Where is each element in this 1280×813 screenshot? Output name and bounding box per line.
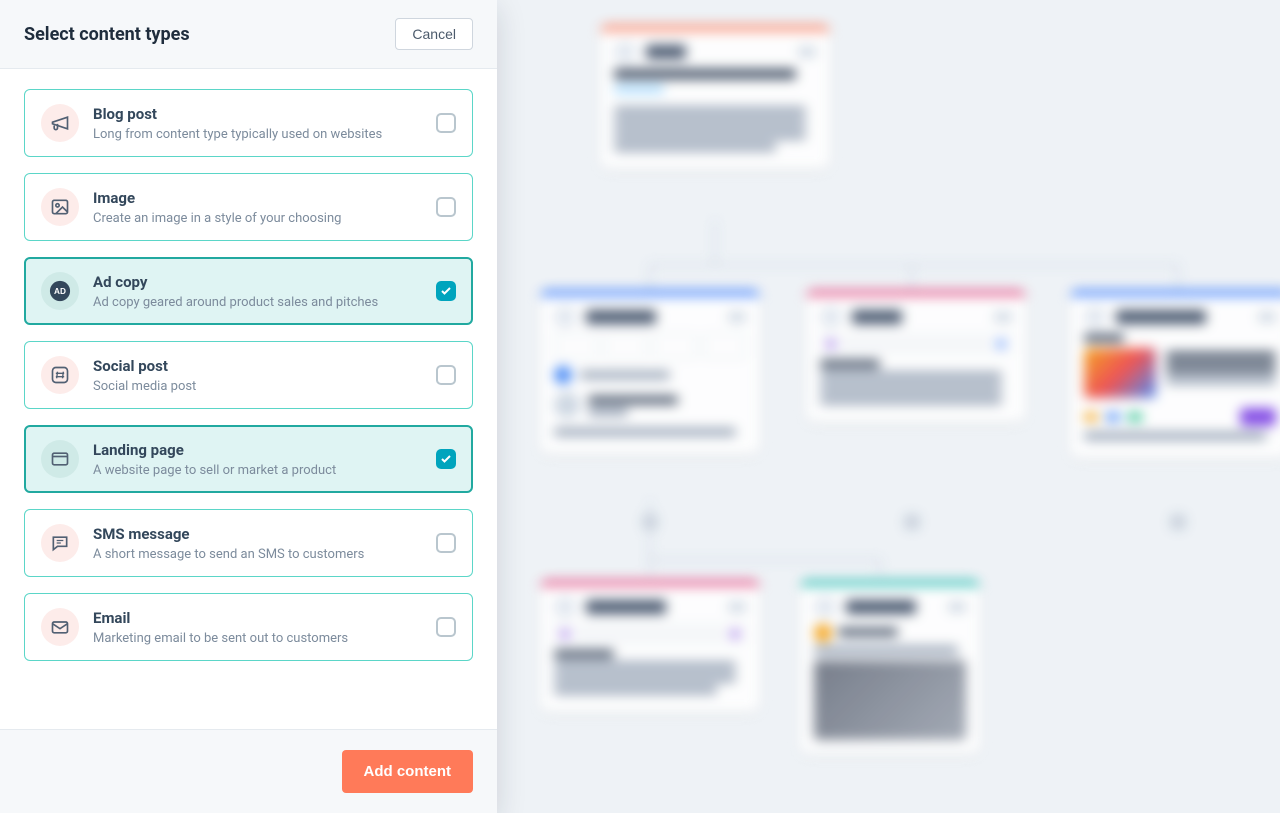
- option-title: Landing page: [93, 441, 422, 459]
- option-sms-message[interactable]: SMS message A short message to send an S…: [24, 509, 473, 577]
- option-desc: Long from content type typically used on…: [93, 127, 422, 142]
- checkbox[interactable]: [436, 197, 456, 217]
- panel-title: Select content types: [24, 24, 190, 45]
- panel-footer: Add content: [0, 729, 497, 813]
- option-blog-post[interactable]: Blog post Long from content type typical…: [24, 89, 473, 157]
- option-desc: A website page to sell or market a produ…: [93, 463, 422, 478]
- option-title: Blog post: [93, 105, 422, 123]
- option-desc: Marketing email to be sent out to custom…: [93, 631, 422, 646]
- checkbox[interactable]: [436, 617, 456, 637]
- option-title: Ad copy: [93, 273, 422, 291]
- add-content-button[interactable]: Add content: [342, 750, 474, 793]
- checkbox[interactable]: [436, 449, 456, 469]
- image-icon: [41, 188, 79, 226]
- bg-card-social: [540, 290, 760, 454]
- option-desc: Ad copy geared around product sales and …: [93, 295, 422, 310]
- megaphone-icon: [41, 104, 79, 142]
- checkbox[interactable]: [436, 281, 456, 301]
- option-title: SMS message: [93, 525, 422, 543]
- svg-text:AD: AD: [54, 287, 66, 296]
- envelope-icon: [41, 608, 79, 646]
- option-landing-page[interactable]: Landing page A website page to sell or m…: [24, 425, 473, 493]
- checkbox[interactable]: [436, 365, 456, 385]
- option-desc: Social media post: [93, 379, 422, 394]
- option-ad-copy[interactable]: AD Ad copy Ad copy geared around product…: [24, 257, 473, 325]
- option-social-post[interactable]: Social post Social media post: [24, 341, 473, 409]
- select-content-types-panel: Select content types Cancel Blog post Lo…: [0, 0, 497, 813]
- bg-card-ad: [800, 580, 980, 754]
- bg-card-blog: [600, 25, 830, 169]
- ad-icon: AD: [41, 272, 79, 310]
- option-title: Image: [93, 189, 422, 207]
- checkbox[interactable]: [436, 113, 456, 133]
- option-title: Email: [93, 609, 422, 627]
- panel-body: Blog post Long from content type typical…: [0, 69, 497, 729]
- cancel-button[interactable]: Cancel: [395, 18, 473, 50]
- window-icon: [41, 440, 79, 478]
- option-desc: Create an image in a style of your choos…: [93, 211, 422, 226]
- option-title: Social post: [93, 357, 422, 375]
- checkbox[interactable]: [436, 533, 456, 553]
- bg-card-audiofile: [540, 580, 760, 712]
- panel-header: Select content types Cancel: [0, 0, 497, 69]
- bg-card-landing: [1070, 290, 1280, 458]
- option-email[interactable]: Email Marketing email to be sent out to …: [24, 593, 473, 661]
- option-desc: A short message to send an SMS to custom…: [93, 547, 422, 562]
- option-image[interactable]: Image Create an image in a style of your…: [24, 173, 473, 241]
- bg-card-audio: [806, 290, 1026, 422]
- hashtag-icon: [41, 356, 79, 394]
- message-icon: [41, 524, 79, 562]
